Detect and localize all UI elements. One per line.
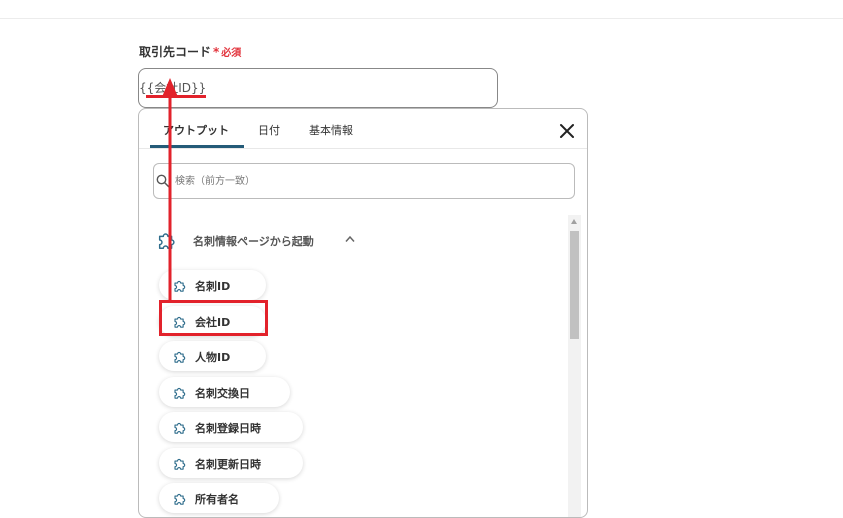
- picker-tabs: アウトプット 日付 基本情報: [139, 109, 587, 149]
- top-divider: [0, 18, 843, 19]
- required-mark: *: [213, 45, 220, 59]
- chip-exchange-date[interactable]: 名刺交換日: [159, 377, 290, 407]
- chip-label: 名刺交換日: [195, 387, 250, 400]
- highlight-annotation: [159, 300, 268, 336]
- chip-updated-at[interactable]: 名刺更新日時: [159, 448, 303, 478]
- required-text: 必須: [221, 48, 242, 59]
- active-tab-indicator: [150, 145, 244, 148]
- scrollbar[interactable]: [568, 215, 581, 517]
- chevron-up-icon: [345, 235, 355, 242]
- tab-basic-info[interactable]: 基本情報: [309, 122, 353, 138]
- puzzle-icon: [174, 493, 186, 505]
- chip-label: 名刺ID: [195, 280, 231, 293]
- chip-label: 名刺更新日時: [195, 458, 261, 471]
- puzzle-icon: [174, 351, 186, 363]
- chip-person-id[interactable]: 人物ID: [159, 341, 266, 371]
- value-underline-annotation: [146, 95, 206, 98]
- scrollbar-thumb[interactable]: [570, 231, 579, 339]
- field-label-text: 取引先コード: [139, 45, 212, 59]
- chip-owner-name[interactable]: 所有者名: [159, 483, 279, 513]
- search-icon: [156, 174, 170, 188]
- puzzle-icon: [174, 280, 186, 292]
- chip-registered-at[interactable]: 名刺登録日時: [159, 412, 303, 442]
- section-title: 名刺情報ページから起動: [193, 235, 314, 248]
- section-header[interactable]: 名刺情報ページから起動: [155, 229, 415, 251]
- field-value: {{会社ID}}: [139, 81, 207, 95]
- puzzle-icon: [174, 422, 186, 434]
- scroll-up-arrow-icon[interactable]: [571, 219, 577, 224]
- search-input[interactable]: [175, 172, 555, 190]
- puzzle-icon: [174, 458, 186, 470]
- chip-label: 人物ID: [195, 351, 231, 364]
- tab-date[interactable]: 日付: [258, 122, 280, 138]
- chip-label: 名刺登録日時: [195, 422, 261, 435]
- field-label: 取引先コード * 必須: [139, 43, 241, 60]
- tab-output[interactable]: アウトプット: [163, 122, 229, 138]
- puzzle-icon: [174, 387, 186, 399]
- chip-meishi-id[interactable]: 名刺ID: [159, 270, 266, 300]
- close-icon[interactable]: [557, 121, 577, 141]
- puzzle-icon: [158, 233, 175, 249]
